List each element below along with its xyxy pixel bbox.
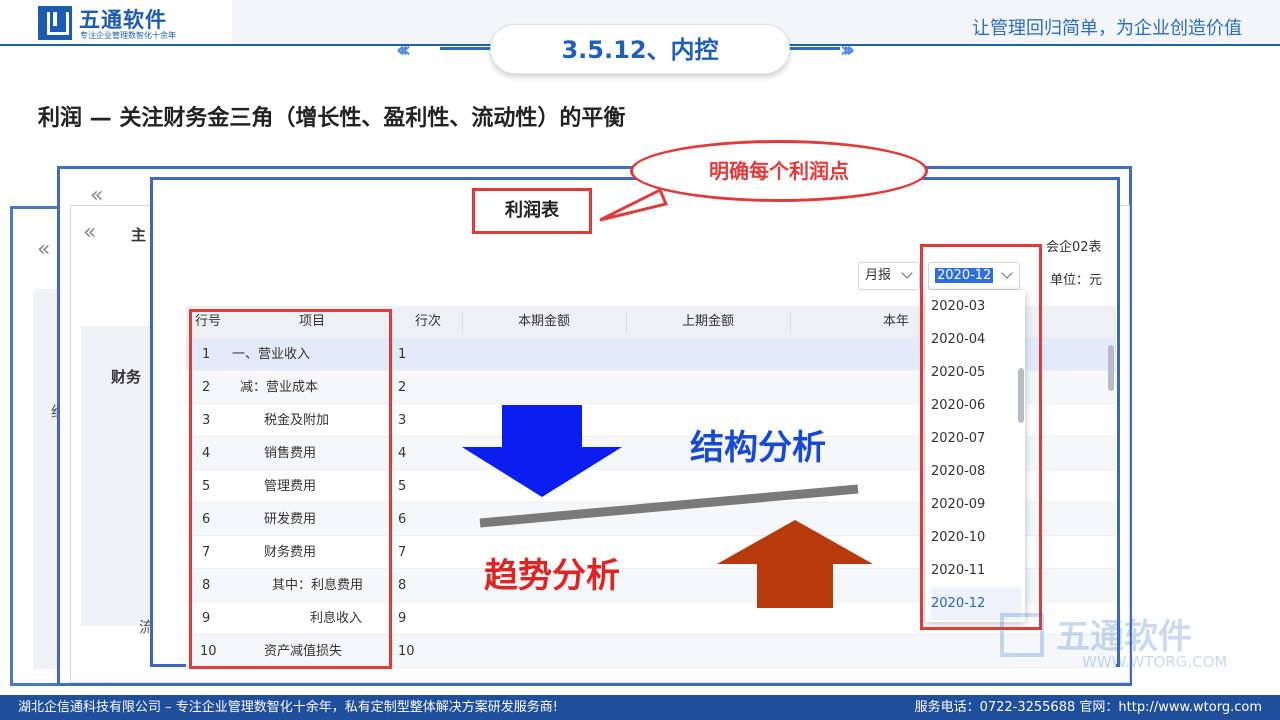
logo: 五通软件 专注企业管理数智化十余年: [0, 0, 232, 46]
chevron-down-icon: [901, 267, 913, 279]
slide-footer: 湖北企信通科技有限公司 – 专注企业管理数智化十余年，私有定制型整体解决方案研发…: [0, 695, 1280, 720]
column-header: 上期金额: [681, 314, 734, 329]
row-line: 5: [398, 479, 407, 494]
row-line: 9: [398, 611, 407, 626]
period-type-value: 月报: [865, 268, 892, 283]
footer-company: 湖北企信通科技有限公司 – 专注企业管理数智化十余年，私有定制型整体解决方案研发…: [18, 700, 558, 715]
column-header: 本期金额: [517, 314, 570, 329]
collapse-icon: «: [37, 237, 51, 262]
watermark: 五通软件 WWW.WTORG.COM: [1000, 605, 1270, 695]
row-line: 2: [398, 380, 407, 395]
collapse-icon: «: [83, 220, 97, 245]
watermark-text: 五通软件: [1056, 617, 1192, 657]
row-line: 3: [398, 413, 407, 428]
background-text: 财务: [111, 368, 142, 386]
row-line: 8: [398, 578, 407, 593]
section-title: 3.5.12、内控: [490, 24, 790, 74]
row-line: 1: [398, 347, 407, 362]
row-line: 10: [398, 644, 415, 659]
up-arrow-icon: [717, 520, 873, 608]
structure-analysis-label: 结构分析: [690, 428, 826, 468]
period-highlight: [920, 244, 1042, 630]
row-items-highlight: [189, 309, 392, 669]
unit-label: 单位：元: [1050, 273, 1103, 288]
table-scrollbar[interactable]: [1108, 345, 1114, 391]
logo-subtitle: 专注企业管理数智化十余年: [80, 31, 176, 40]
row-line: 4: [398, 446, 407, 461]
callout-text: 明确每个利润点: [709, 159, 849, 183]
form-code: 会企02表: [1046, 240, 1102, 255]
watermark-logo-icon: [1000, 613, 1044, 657]
chevrons-right-icon: ›››: [840, 38, 855, 63]
period-type-select[interactable]: 月报: [858, 262, 920, 290]
row-line: 7: [398, 545, 407, 560]
slogan: 让管理回归简单，为企业创造价值: [972, 18, 1242, 39]
row-line: 6: [398, 512, 407, 527]
column-divider: [462, 312, 463, 332]
callout-pointer: [599, 187, 669, 222]
footer-contact: 服务电话：0722-3255688 官网：http://www.wtorg.co…: [914, 700, 1262, 715]
chevrons-left-icon: ‹‹‹: [396, 38, 411, 63]
column-divider: [626, 312, 627, 332]
column-header: 行次: [414, 314, 441, 329]
slide-heading: 利润 — 关注财务金三角（增长性、盈利性、流动性）的平衡: [38, 106, 626, 131]
callout-bubble: 明确每个利润点: [630, 140, 928, 202]
trend-analysis-label: 趋势分析: [484, 556, 620, 596]
logo-mark-icon: [38, 6, 72, 40]
watermark-url: WWW.WTORG.COM: [1082, 653, 1228, 671]
column-divider: [790, 312, 791, 332]
report-title: 利润表: [472, 188, 592, 234]
background-tab-text: 主: [131, 226, 147, 244]
